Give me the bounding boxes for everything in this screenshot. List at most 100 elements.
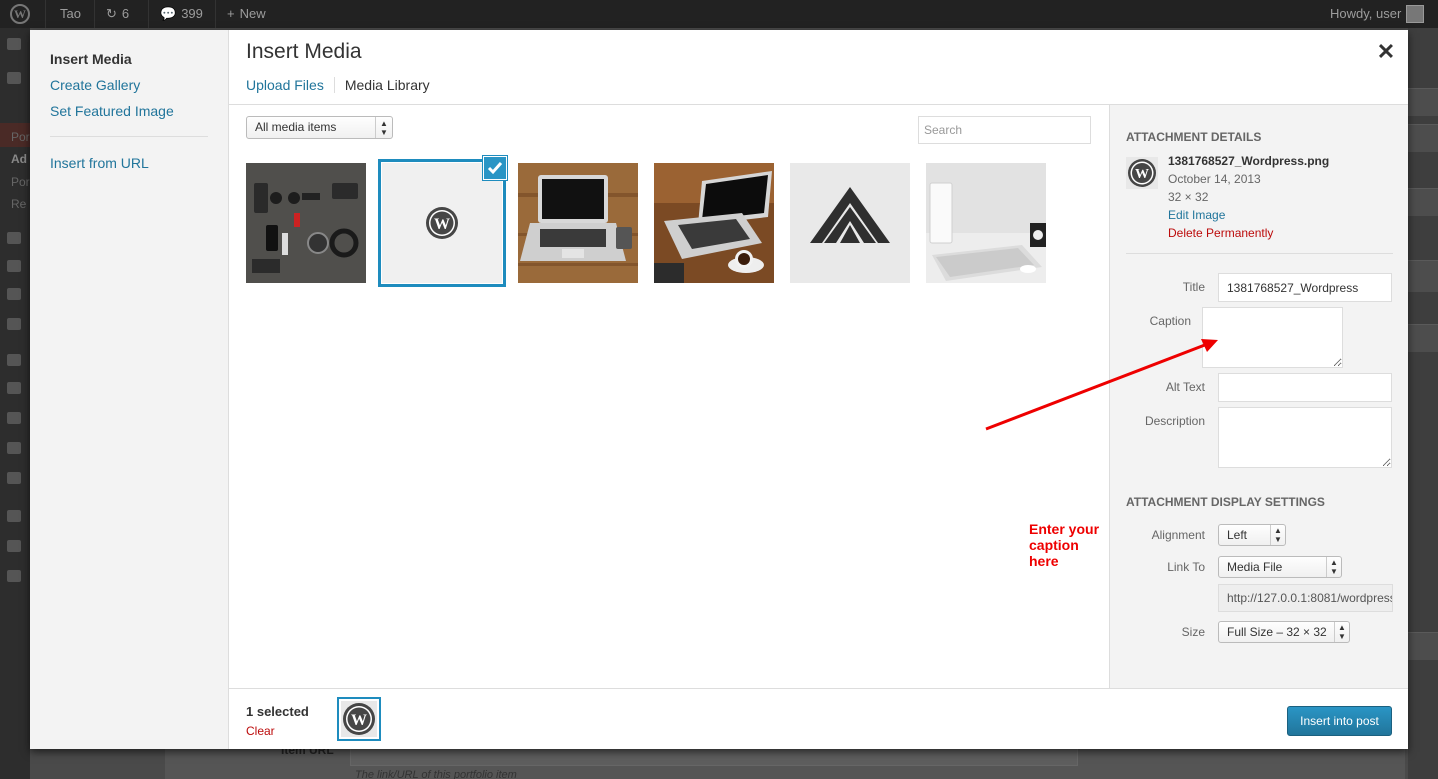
comment-bubble-icon: 💬 [160,6,177,21]
theme-options-icon [7,510,21,522]
description-label: Description [1144,414,1205,428]
admin-right-background [1408,28,1438,779]
updates-link[interactable]: ↻ 6 [106,0,129,28]
appearance-icon [7,354,21,366]
site-name-link[interactable]: Tao [60,0,81,28]
menu-separator [50,136,208,137]
media-filter-value: All media items [255,120,337,134]
title-field[interactable] [1218,273,1392,302]
selection-count: 1 selected [246,704,309,719]
svg-text:W: W [351,712,367,729]
checkmark-icon [487,162,503,175]
gadgets-flatlay-image [246,163,366,283]
select-arrows-icon: ▲ ▼ [1270,525,1285,545]
size-label: Size [1181,625,1205,639]
white-laptop-image [926,163,1046,283]
users-icon [7,412,21,424]
updates-count: 6 [121,6,130,21]
tab-media-library[interactable]: Media Library [333,77,440,93]
menu-item-set-featured-image[interactable]: Set Featured Image [50,103,174,119]
comments-link[interactable]: 💬 399 [160,0,203,28]
sidebar-text-4: Re [11,197,27,211]
updates-icon: ↻ [106,6,117,21]
dashboard-icon [7,38,21,50]
settings-icon [7,472,21,484]
modal-title: Insert Media [246,40,362,63]
attachment-laptop-and-coffee-cup[interactable] [654,163,774,283]
delete-permanently-link[interactable]: Delete Permanently [1168,226,1273,240]
tab-upload-files[interactable]: Upload Files [246,77,334,93]
close-icon: ✕ [1376,39,1396,64]
howdy-text: Howdy, user [1330,6,1402,21]
admin-bar: W Tao ↻ 6 💬 399 + New Howdy, user [0,0,1438,28]
attachment-filename: 1381768527_Wordpress.png [1168,154,1330,168]
alt-text-field[interactable] [1218,373,1392,402]
media-filter-select[interactable]: All media items ▲ ▼ [246,116,393,139]
insert-into-post-button[interactable]: Insert into post [1287,706,1392,736]
attachment-date: October 14, 2013 [1168,172,1261,186]
media-router: Upload Files Media Library [246,77,440,93]
comments-icon [7,288,21,300]
sidebar-text-3: Por [11,175,30,189]
my-account-link[interactable]: Howdy, user [1330,0,1425,28]
attachment-laptop-on-wooden-desk[interactable] [518,163,638,283]
portfolio-icon [7,318,21,330]
wordpress-logo-icon: W [341,701,377,737]
avatar [1406,5,1425,23]
extra-plugin-icon [7,540,21,552]
close-button[interactable]: ✕ [1373,40,1399,66]
media-icon [7,232,21,244]
alignment-value: Left [1227,528,1248,542]
sidebar-text-1: Por [11,130,30,144]
collapse-menu-icon[interactable] [7,570,21,582]
select-arrows-icon: ▲ ▼ [375,117,392,138]
caption-label: Caption [1149,314,1191,328]
comments-count: 399 [181,6,203,21]
laptop-desk-image [518,163,638,283]
menu-item-insert-media[interactable]: Insert Media [50,51,132,67]
select-arrows-icon: ▲ ▼ [1334,622,1349,642]
menu-item-insert-from-url[interactable]: Insert from URL [50,155,149,171]
attachment-details-sidebar: Attachment Details W 1381768527_Wordpres… [1109,105,1408,688]
display-settings-heading: Attachment Display Settings [1126,495,1325,509]
media-toolbar: 1 selected Clear W Insert into post [229,688,1408,749]
attachments-browser: All media items ▲ ▼ Search W Enter your … [229,105,1109,688]
search-input[interactable] [918,116,1091,144]
caption-annotation-text: Enter your caption here [1029,521,1100,569]
selected-check-button[interactable] [483,156,507,180]
svg-text:W: W [434,216,450,233]
title-label: Title [1182,280,1205,294]
menu-item-create-gallery[interactable]: Create Gallery [50,77,140,93]
media-modal: Insert Media Create Gallery Set Featured… [30,30,1408,749]
attachment-gadgets-flatlay[interactable] [246,163,366,283]
clear-selection-link[interactable]: Clear [246,724,275,738]
svg-text:W: W [1135,167,1149,182]
laptop-coffee-image [654,163,774,283]
new-content-link[interactable]: + New [227,0,266,28]
wordpress-menu[interactable]: W [10,0,30,28]
link-url-field[interactable]: http://127.0.0.1:8081/wordpress/wp-conte… [1218,584,1393,612]
edit-image-link[interactable]: Edit Image [1168,208,1225,222]
site-name: Tao [60,6,81,21]
new-label: New [239,6,266,21]
caption-field[interactable] [1202,307,1343,368]
attachment-triangle-logo[interactable] [790,163,910,283]
description-field[interactable] [1218,407,1392,468]
size-select[interactable]: Full Size – 32 × 32 ▲ ▼ [1218,621,1350,643]
attachment-white-laptop-desk[interactable] [926,163,1046,283]
wordpress-logo-icon: W [1126,157,1158,189]
plugins-icon [7,382,21,394]
posts-icon [7,72,21,84]
alt-text-label: Alt Text [1165,380,1205,394]
attachment-wordpress-logo[interactable]: W [382,163,502,283]
triangle-logo-image [790,163,910,283]
size-value: Full Size – 32 × 32 [1227,625,1327,639]
selection-thumbnail[interactable]: W [337,697,381,741]
link-to-select[interactable]: Media File ▲ ▼ [1218,556,1342,578]
item-url-help: The link/URL of this portfolio item [355,769,517,779]
details-divider [1126,253,1393,254]
alignment-select[interactable]: Left ▲ ▼ [1218,524,1286,546]
tools-icon [7,442,21,454]
attachment-details-heading: Attachment Details [1126,130,1262,144]
wordpress-logo-image: W [382,163,502,283]
